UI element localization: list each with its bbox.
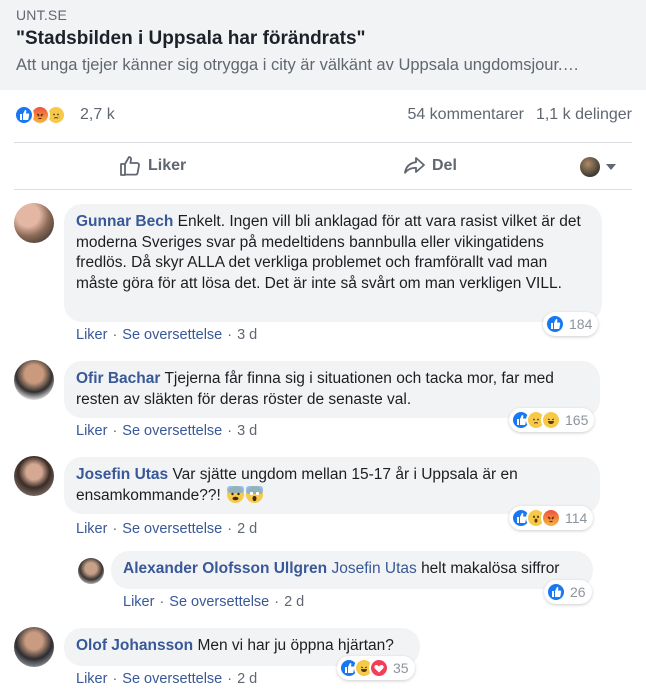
comment-meta: Liker · Se oversettelse · 3 d [76,423,257,439]
avatar[interactable] [14,203,54,243]
comment-timestamp[interactable]: 2 d [237,521,257,537]
comment-author[interactable]: Josefin Utas [76,466,168,483]
comment-author[interactable]: Ofir Bachar [76,370,160,387]
angry-icon [541,508,561,528]
see-translation-link[interactable]: Se oversettelse [169,594,269,610]
comment-like-link[interactable]: Liker [76,423,107,439]
reaction-as-selector[interactable] [580,157,624,179]
comment-meta: Liker · Se oversettelse · 2 d [123,594,304,610]
link-description: Att unga tjejer känner sig otrygga i cit… [16,56,580,74]
chevron-down-icon [606,164,616,170]
love-icon [369,658,389,678]
separator: · [112,327,118,343]
comment-like-link[interactable]: Liker [76,671,107,687]
comment-reactions[interactable]: 35 [337,656,415,680]
separator: · [227,671,233,687]
comment-meta: Liker · Se oversettelse · 2 d [76,521,257,537]
comment-reactions[interactable]: 26 [544,580,592,604]
comment-like-link[interactable]: Liker [76,327,107,343]
post-action-bar: Liker Del [14,142,632,190]
shares-count[interactable]: 1,1 k delinger [536,106,632,123]
comment-bubble: Alexander Olofsson Ullgren Josefin Utas … [111,551,593,589]
separator: · [159,594,165,610]
link-preview-card[interactable]: UNT.SE "Stadsbilden i Uppsala har föränd… [0,0,646,90]
separator: · [227,521,233,537]
comment-timestamp[interactable]: 2 d [284,594,304,610]
avatar[interactable] [14,360,54,400]
reaction-count: 35 [393,660,409,676]
comment-reactions[interactable]: 114 [509,506,594,530]
comment-meta: Liker · Se oversettelse · 3 d [76,327,257,343]
reactions-summary: 2,7 k 54 kommentarer 1,1 k delinger [14,101,632,131]
thumbs-up-icon [120,156,140,176]
share-label: Del [432,157,457,174]
see-translation-link[interactable]: Se oversettelse [122,423,222,439]
reaction-count: 165 [565,412,589,428]
reaction-count[interactable]: 2,7 k [80,106,115,124]
comment-reactions[interactable]: 184 [543,312,599,336]
comment-text: Men vi har ju öppna hjärtan? [197,637,394,654]
comment-author[interactable]: Olof Johansson [76,637,193,654]
comment-meta: Liker · Se oversettelse · 2 d [76,671,257,687]
separator: · [274,594,280,610]
comment-timestamp[interactable]: 3 d [237,327,257,343]
like-label: Liker [148,157,187,174]
fearful-face-icon [227,485,245,503]
separator: · [227,423,233,439]
see-translation-link[interactable]: Se oversettelse [122,521,222,537]
screaming-face-icon [246,485,264,503]
avatar [580,157,600,177]
separator: · [112,521,118,537]
comment-author[interactable]: Gunnar Bech [76,213,173,230]
comment-author[interactable]: Alexander Olofsson Ullgren [123,560,327,577]
like-icon [14,105,34,125]
reaction-count: 184 [569,316,593,332]
engagement-stats: 54 kommentarer 1,1 k delinger [407,106,632,124]
comment-like-link[interactable]: Liker [76,521,107,537]
share-icon [404,157,425,174]
comments-count[interactable]: 54 kommentarer [407,106,524,123]
like-icon [546,582,566,602]
see-translation-link[interactable]: Se oversettelse [122,327,222,343]
comment-text: helt makalösa siffror [421,560,560,577]
link-domain: UNT.SE [16,7,67,23]
separator: · [227,327,233,343]
see-translation-link[interactable]: Se oversettelse [122,671,222,687]
haha-icon [541,410,561,430]
separator: · [112,671,118,687]
separator: · [112,423,118,439]
like-icon [545,314,565,334]
reaction-count: 26 [570,584,586,600]
tagged-user[interactable]: Josefin Utas [331,560,416,577]
avatar[interactable] [14,456,54,496]
avatar[interactable] [78,558,104,584]
comment-timestamp[interactable]: 2 d [237,671,257,687]
comment-reactions[interactable]: 165 [509,408,595,432]
comment-timestamp[interactable]: 3 d [237,423,257,439]
avatar[interactable] [14,627,54,667]
link-title[interactable]: "Stadsbilden i Uppsala har förändrats" [16,28,366,50]
comment-like-link[interactable]: Liker [123,594,154,610]
reaction-count: 114 [565,510,588,526]
comment-bubble: Gunnar Bech Enkelt. Ingen vill bli ankla… [64,204,602,322]
